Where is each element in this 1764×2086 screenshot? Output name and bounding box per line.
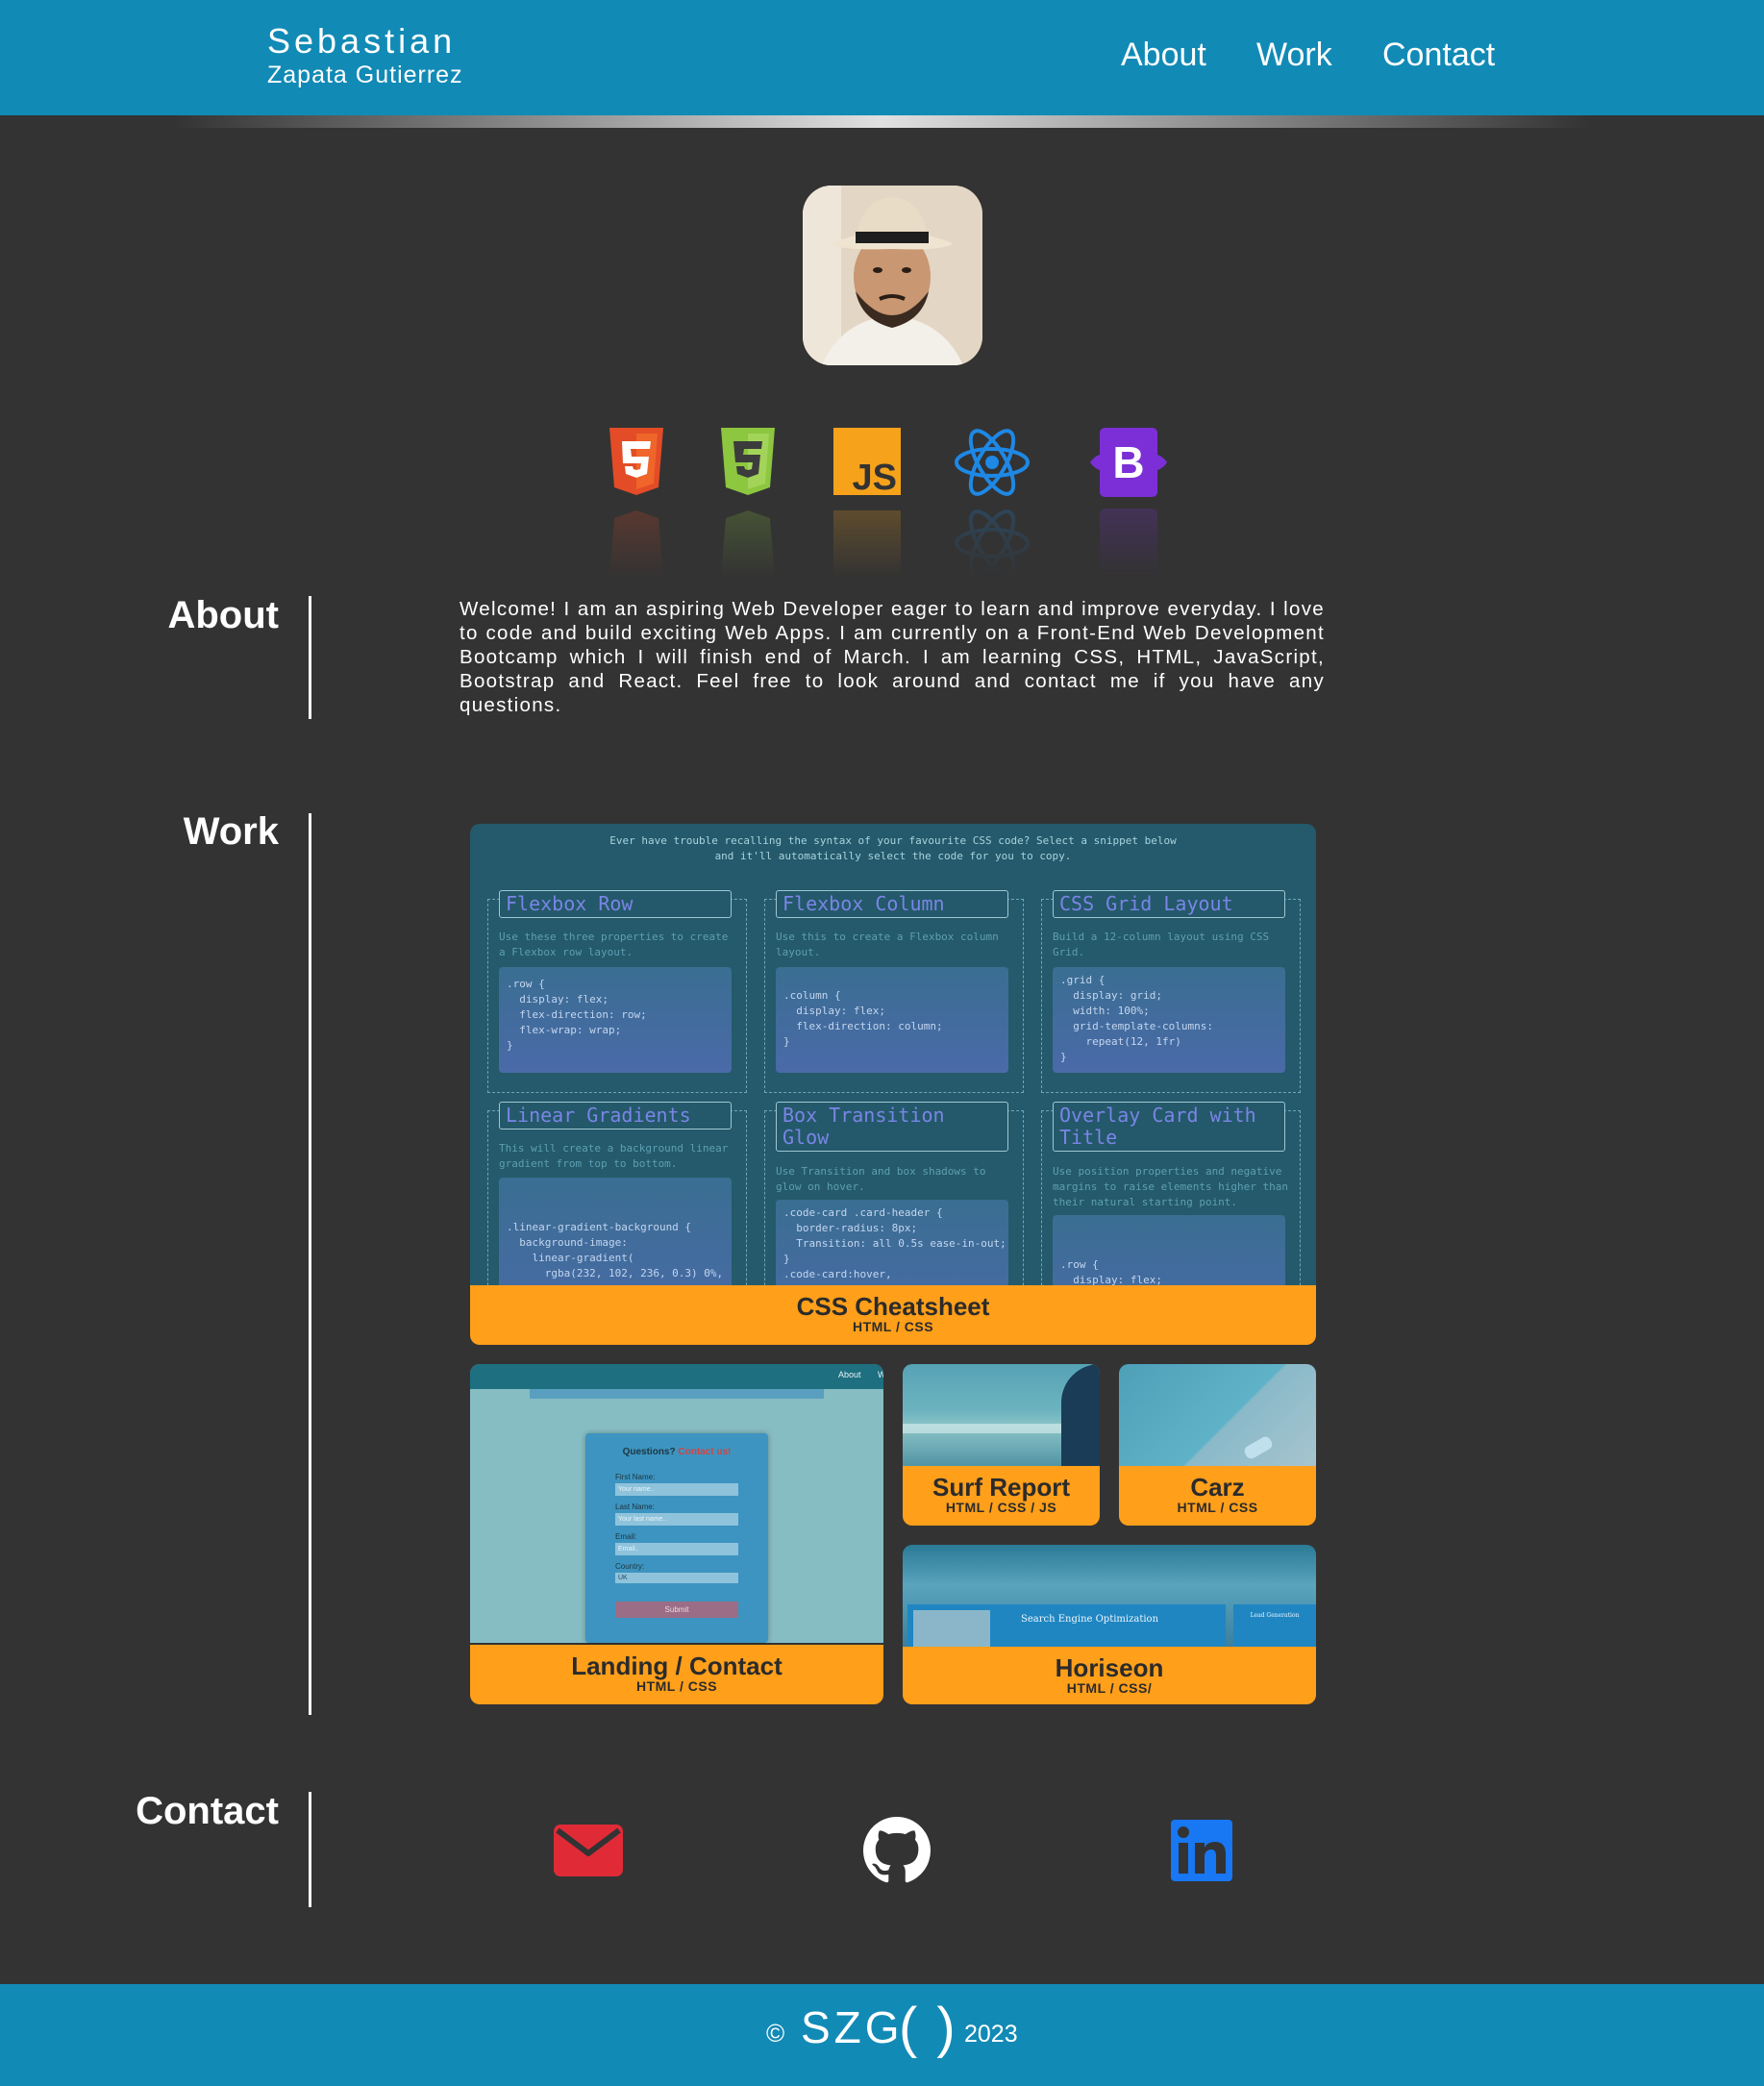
cheatsheet-card-desc: Use position properties and negative mar… [1053, 1165, 1289, 1208]
work-divider [309, 813, 311, 1715]
cheatsheet-card-title: Linear Gradients [499, 1102, 732, 1130]
project-title: Horiseon [1055, 1653, 1164, 1682]
nav-work[interactable]: Work [1256, 37, 1332, 74]
project-card-label: Horiseon HTML / CSS/ [903, 1647, 1316, 1704]
project-card-label: Surf Report HTML / CSS / JS [903, 1466, 1100, 1526]
footer-year: 2023 [964, 2021, 1018, 2048]
cheatsheet-card-desc: Use Transition and box shadows to glow o… [776, 1165, 986, 1193]
landing-preview-form: Questions? Contact us! First Name: Your … [585, 1433, 768, 1643]
project-tags: HTML / CSS/ [1066, 1680, 1153, 1696]
landing-preview-nav-about: About [838, 1370, 861, 1379]
cheatsheet-card-code: .row { display: flex; flex-direction: ro… [499, 967, 732, 1073]
javascript-icon: JS [833, 428, 907, 501]
cheatsheet-card-title: CSS Grid Layout [1053, 890, 1285, 918]
about-divider [309, 596, 311, 719]
email-icon[interactable] [554, 1825, 623, 1876]
project-card-label: CSS Cheatsheet HTML / CSS [470, 1285, 1316, 1345]
about-heading: About [167, 594, 279, 636]
project-card-surf-report[interactable]: Surf Report HTML / CSS / JS [903, 1364, 1100, 1526]
cheatsheet-intro: Ever have trouble recalling the syntax o… [609, 834, 1177, 862]
footer-logo-parens: ( ) [899, 1997, 957, 2059]
cheatsheet-card-desc: Build a 12-column layout using CSS Grid. [1053, 931, 1270, 958]
linkedin-icon[interactable] [1171, 1820, 1232, 1881]
profile-avatar [803, 186, 982, 365]
project-title: Carz [1190, 1473, 1245, 1502]
horiseon-seo-heading: Search Engine Optimization [1021, 1614, 1159, 1625]
contact-heading: Contact [136, 1790, 279, 1832]
last-name-label: Last Name: [615, 1502, 655, 1511]
bootstrap-icon-reflection [1086, 505, 1159, 578]
html5-icon-reflection [606, 505, 679, 578]
project-card-horiseon[interactable]: Search Engine Optimization Lead Generati… [903, 1545, 1316, 1704]
first-name-input: Your name.. [615, 1483, 738, 1496]
react-icon-reflection [954, 505, 1030, 578]
project-tags: HTML / CSS / JS [945, 1500, 1057, 1515]
first-name-label: First Name: [615, 1473, 656, 1481]
cheatsheet-card-desc: Use these three properties to create a F… [499, 931, 729, 958]
landing-preview-navbar: About W [470, 1364, 883, 1389]
contact-divider [309, 1792, 311, 1907]
project-card-css-cheatsheet[interactable]: Ever have trouble recalling the syntax o… [470, 824, 1316, 1345]
project-title: Landing / Contact [571, 1651, 783, 1680]
svg-text:B: B [1112, 437, 1144, 487]
bootstrap-icon: B [1086, 428, 1167, 501]
project-card-label: Carz HTML / CSS [1119, 1466, 1316, 1526]
landing-preview-banner [530, 1389, 824, 1399]
github-icon[interactable] [863, 1817, 931, 1884]
css3-icon-reflection [717, 505, 790, 578]
brand-surname[interactable]: Zapata Gutierrez [267, 62, 463, 89]
country-select: UK [615, 1573, 738, 1583]
site-footer: © SZG ( ) 2023 [0, 1984, 1764, 2086]
email-label: Email: [615, 1532, 637, 1541]
html5-icon [606, 428, 679, 501]
cheatsheet-card-title: Overlay Card with Title [1053, 1102, 1285, 1152]
cheatsheet-preview: Ever have trouble recalling the syntax o… [470, 824, 1316, 1343]
cheatsheet-card-title: Box Transition Glow [776, 1102, 1008, 1152]
project-title: CSS Cheatsheet [796, 1292, 990, 1321]
nav-contact[interactable]: Contact [1382, 37, 1495, 74]
javascript-icon-reflection [833, 505, 907, 578]
carz-preview [1119, 1364, 1316, 1468]
form-heading: Questions? [622, 1447, 676, 1457]
project-card-label: Landing / Contact HTML / CSS [470, 1645, 883, 1704]
form-heading-link: Contact us! [678, 1447, 732, 1457]
about-text: Welcome! I am an aspiring Web Developer … [460, 598, 1325, 716]
email-input: Email.. [615, 1543, 738, 1555]
react-icon [954, 428, 1030, 501]
project-tags: HTML / CSS [635, 1678, 718, 1694]
surf-report-preview [903, 1364, 1100, 1468]
footer-logo[interactable]: SZG [801, 2001, 904, 2053]
project-card-landing-contact[interactable]: About W Questions? Contact us! First Nam… [470, 1364, 883, 1704]
country-label: Country: [615, 1562, 645, 1571]
work-heading: Work [183, 810, 279, 853]
copyright-symbol: © [766, 2019, 785, 2048]
project-card-carz[interactable]: Carz HTML / CSS [1119, 1364, 1316, 1526]
brand-name[interactable]: Sebastian [267, 21, 456, 62]
css3-icon [717, 428, 790, 501]
header-divider [173, 115, 1591, 128]
cheatsheet-card-desc: This will create a background linear gra… [499, 1142, 729, 1170]
project-tags: HTML / CSS [1177, 1500, 1258, 1515]
project-tags: HTML / CSS [852, 1319, 934, 1334]
site-header: Sebastian Zapata Gutierrez About Work Co… [0, 0, 1764, 115]
landing-preview: About W Questions? Contact us! First Nam… [470, 1364, 883, 1643]
last-name-input: Your last name.. [615, 1513, 738, 1526]
horiseon-lead-heading: Lead Generation [1250, 1612, 1300, 1619]
project-title: Surf Report [932, 1473, 1070, 1502]
horiseon-preview: Search Engine Optimization Lead Generati… [903, 1545, 1316, 1647]
cheatsheet-card-title: Flexbox Row [499, 890, 732, 918]
cheatsheet-card-code: .column { display: flex; flex-direction:… [776, 967, 1008, 1073]
nav-about[interactable]: About [1121, 37, 1206, 74]
submit-button: Submit [615, 1602, 738, 1618]
cheatsheet-card-title: Flexbox Column [776, 890, 1008, 918]
cheatsheet-card-desc: Use this to create a Flexbox column layo… [776, 931, 999, 958]
cheatsheet-card-code: .grid { display: grid; width: 100%; grid… [1053, 967, 1285, 1073]
svg-text:JS: JS [853, 458, 897, 495]
